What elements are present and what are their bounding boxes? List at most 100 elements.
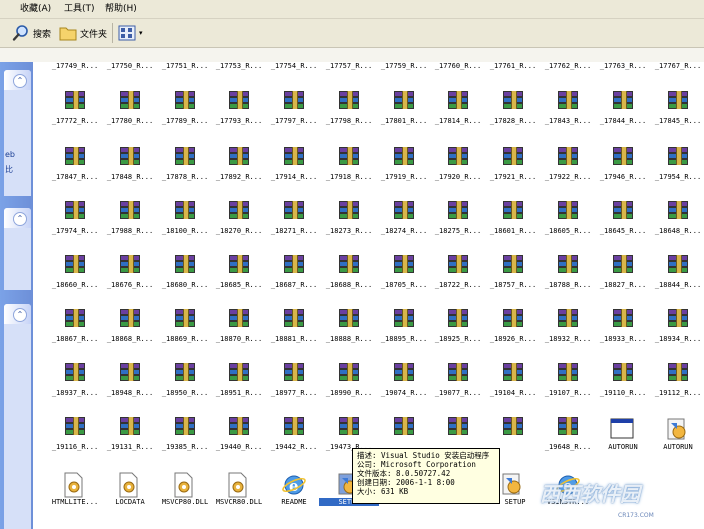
file-name[interactable]: _18977_R... [264, 389, 324, 397]
file-name[interactable]: _18932_R... [538, 335, 598, 343]
winrar-archive-icon[interactable] [610, 309, 636, 331]
winrar-archive-icon[interactable] [62, 363, 88, 385]
winrar-archive-icon[interactable] [610, 147, 636, 169]
winrar-archive-icon[interactable] [336, 417, 362, 439]
file-name[interactable]: _17921_R... [483, 173, 543, 181]
file-name[interactable]: _17845_R... [648, 117, 704, 125]
file-name[interactable]: _18685_R... [209, 281, 269, 289]
winrar-archive-icon[interactable] [172, 147, 198, 169]
winrar-archive-icon[interactable] [500, 255, 526, 277]
file-name[interactable]: _18933_R... [593, 335, 653, 343]
winrar-archive-icon[interactable] [445, 363, 471, 385]
winrar-archive-icon[interactable] [445, 309, 471, 331]
file-name[interactable]: _17914_R... [264, 173, 324, 181]
winrar-archive-icon[interactable] [117, 201, 143, 223]
winrar-archive-icon[interactable] [391, 201, 417, 223]
winrar-archive-icon[interactable] [391, 309, 417, 331]
winrar-archive-icon[interactable] [391, 91, 417, 113]
document-gear-icon[interactable] [117, 472, 139, 498]
file-name[interactable]: _18676_R... [100, 281, 160, 289]
file-name[interactable]: _18757_R... [483, 281, 543, 289]
file-name[interactable]: MSVCP80.DLL [155, 498, 215, 506]
winrar-archive-icon[interactable] [281, 91, 307, 113]
winrar-archive-icon[interactable] [281, 147, 307, 169]
file-name[interactable]: _18271_R... [264, 227, 324, 235]
file-name[interactable]: _17828_R... [483, 117, 543, 125]
file-name[interactable]: _17789_R... [155, 117, 215, 125]
winrar-archive-icon[interactable] [555, 255, 581, 277]
file-name[interactable]: _18274_R... [374, 227, 434, 235]
winrar-archive-icon[interactable] [391, 417, 417, 439]
file-name[interactable]: AUTORUN [648, 443, 704, 451]
file-name[interactable]: _19074_R... [374, 389, 434, 397]
winrar-archive-icon[interactable] [610, 201, 636, 223]
file-name[interactable]: _18722_R... [428, 281, 488, 289]
file-name[interactable]: HTMLLITE... [45, 498, 105, 506]
file-name[interactable]: _18601_R... [483, 227, 543, 235]
winrar-archive-icon[interactable] [226, 363, 252, 385]
winrar-archive-icon[interactable] [500, 91, 526, 113]
winrar-archive-icon[interactable] [500, 309, 526, 331]
file-name[interactable]: _18270_R... [209, 227, 269, 235]
winrar-archive-icon[interactable] [117, 309, 143, 331]
winrar-archive-icon[interactable] [226, 255, 252, 277]
file-name[interactable]: _17801_R... [374, 117, 434, 125]
file-name[interactable]: _17767_R... [648, 62, 704, 70]
winrar-archive-icon[interactable] [445, 255, 471, 277]
file-name[interactable]: _17848_R... [100, 173, 160, 181]
winrar-archive-icon[interactable] [391, 255, 417, 277]
file-name[interactable]: _17974_R... [45, 227, 105, 235]
file-name[interactable]: _17946_R... [593, 173, 653, 181]
file-name[interactable]: _17847_R... [45, 173, 105, 181]
winrar-archive-icon[interactable] [172, 309, 198, 331]
winrar-archive-icon[interactable] [62, 255, 88, 277]
file-name[interactable]: _18948_R... [100, 389, 160, 397]
file-name[interactable]: _18870_R... [209, 335, 269, 343]
file-name[interactable]: _18925_R... [428, 335, 488, 343]
file-name[interactable]: _17843_R... [538, 117, 598, 125]
winrar-archive-icon[interactable] [391, 363, 417, 385]
winrar-archive-icon[interactable] [336, 201, 362, 223]
winrar-archive-icon[interactable] [445, 417, 471, 439]
winrar-archive-icon[interactable] [500, 147, 526, 169]
file-name[interactable]: MSVCR80.DLL [209, 498, 269, 506]
sidebar-text-bi[interactable]: 比 [5, 164, 13, 175]
file-name[interactable]: _18867_R... [45, 335, 105, 343]
folders-button[interactable]: 文件夹 [59, 23, 107, 43]
file-name[interactable]: _18648_R... [648, 227, 704, 235]
winrar-archive-icon[interactable] [665, 201, 691, 223]
winrar-archive-icon[interactable] [555, 147, 581, 169]
file-name[interactable]: _17761_R... [483, 62, 543, 70]
winrar-archive-icon[interactable] [391, 147, 417, 169]
file-name[interactable]: _19077_R... [428, 389, 488, 397]
file-name[interactable]: _19110_R... [593, 389, 653, 397]
winrar-archive-icon[interactable] [336, 363, 362, 385]
winrar-archive-icon[interactable] [336, 255, 362, 277]
winrar-archive-icon[interactable] [500, 363, 526, 385]
sidebar-text-eb[interactable]: eb [5, 150, 15, 159]
file-name[interactable]: _19131_R... [100, 443, 160, 451]
file-name[interactable]: AUTORUN [593, 443, 653, 451]
file-name[interactable]: _18100_R... [155, 227, 215, 235]
file-name[interactable]: _17918_R... [319, 173, 379, 181]
winrar-archive-icon[interactable] [336, 147, 362, 169]
winrar-archive-icon[interactable] [117, 91, 143, 113]
file-name[interactable]: README [264, 498, 324, 506]
winrar-archive-icon[interactable] [117, 363, 143, 385]
file-name[interactable]: _18934_R... [648, 335, 704, 343]
window-app-icon[interactable] [610, 417, 634, 443]
winrar-archive-icon[interactable] [226, 201, 252, 223]
file-name[interactable]: _17753_R... [209, 62, 269, 70]
file-name[interactable]: _18926_R... [483, 335, 543, 343]
setup-icon[interactable] [665, 417, 687, 443]
winrar-archive-icon[interactable] [62, 147, 88, 169]
document-gear-icon[interactable] [172, 472, 194, 498]
file-name[interactable]: _19112_R... [648, 389, 704, 397]
winrar-archive-icon[interactable] [281, 255, 307, 277]
file-name[interactable]: _18827_R... [593, 281, 653, 289]
file-name[interactable]: _18950_R... [155, 389, 215, 397]
menu-favorites[interactable]: 收藏(A) [18, 0, 53, 18]
winrar-archive-icon[interactable] [226, 417, 252, 439]
collapse-chevron-icon[interactable]: ⌃ [13, 212, 27, 226]
winrar-archive-icon[interactable] [665, 309, 691, 331]
